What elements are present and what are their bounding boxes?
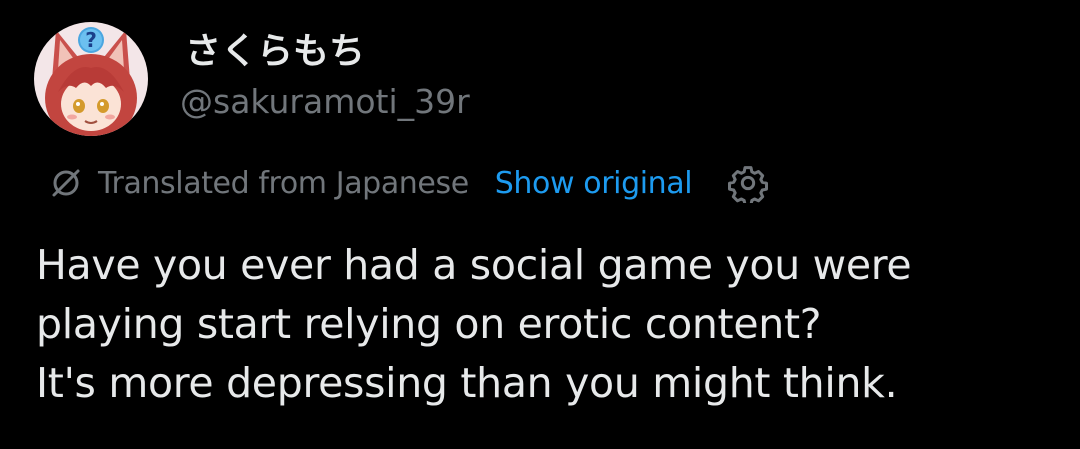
avatar[interactable]: ? [34,22,148,136]
translation-label: Translated from Japanese [98,165,469,201]
avatar-badge-glyph: ? [85,28,97,52]
tweet-text-line: Have you ever had a social game you were [36,241,912,289]
tweet-text-line: It's more depressing than you might thin… [36,359,898,407]
tweet-body: Have you ever had a social game you were… [36,236,1056,413]
translation-bar: Translated from Japanese Show original [48,161,770,205]
avatar-image: ? [34,22,148,136]
translate-icon [52,169,80,197]
tweet-text-line: playing start relying on erotic content? [36,300,822,348]
user-handle[interactable]: @sakuramoti_39r [180,80,470,124]
gear-icon [728,166,769,203]
translation-settings-button[interactable] [726,161,770,205]
display-name[interactable]: さくらもち [185,30,365,74]
show-original-link[interactable]: Show original [495,166,693,201]
